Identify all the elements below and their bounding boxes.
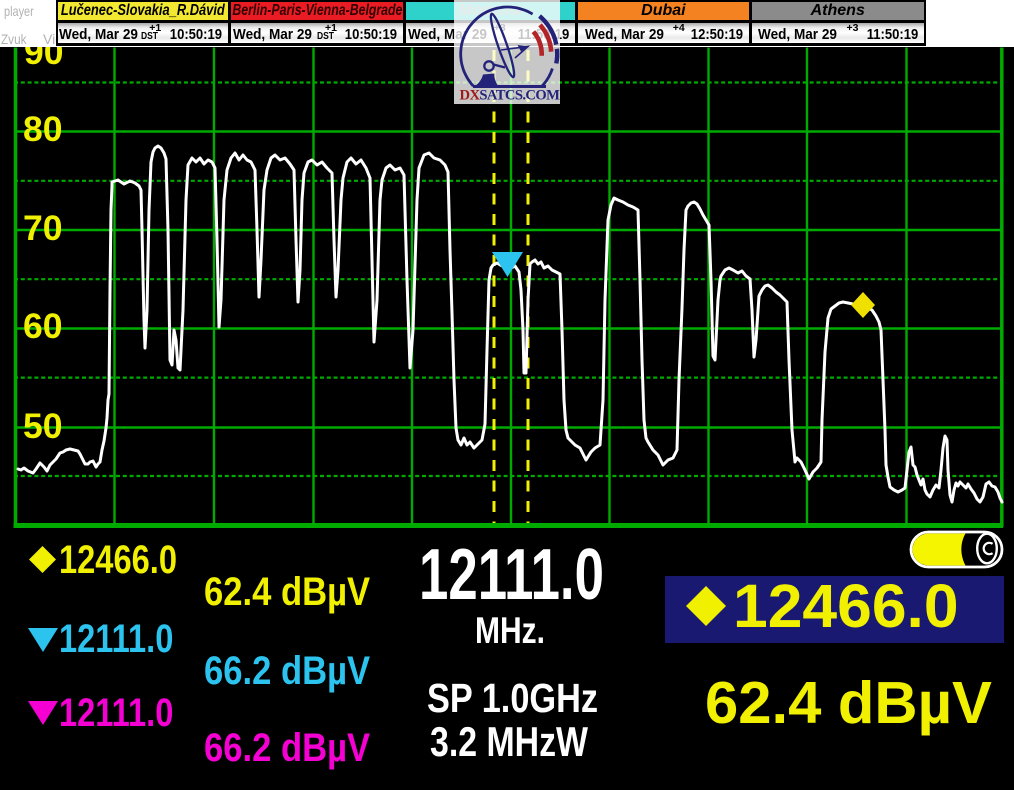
- svg-text:50: 50: [23, 406, 63, 446]
- svg-text:DXSATCS.COM: DXSATCS.COM: [460, 88, 561, 104]
- svg-text:70: 70: [23, 208, 63, 248]
- svg-text:60: 60: [23, 306, 63, 346]
- svg-text:80: 80: [23, 109, 63, 149]
